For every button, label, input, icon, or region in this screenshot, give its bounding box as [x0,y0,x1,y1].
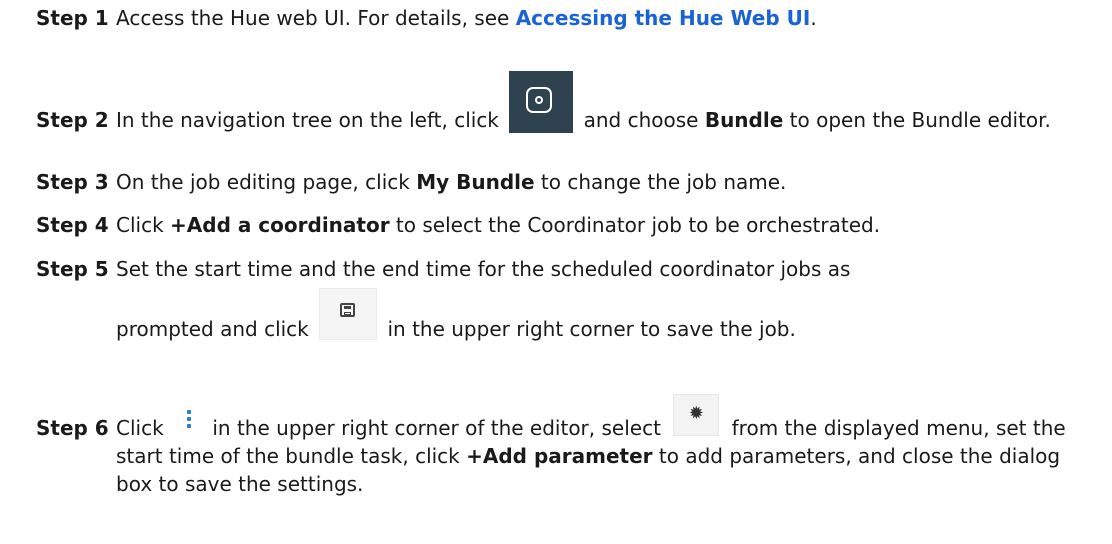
step-5: Step 5 Set the start time and the end ti… [36,254,1092,344]
accessing-hue-web-ui-link[interactable]: Accessing the Hue Web UI [516,6,811,30]
monitor-icon [509,70,574,133]
step-text-part: Set the start time and the end time for … [116,257,851,281]
add-coordinator-label: +Add a coordinator [170,213,390,237]
step-number: Step 1 [36,6,109,30]
step-text-part: in the upper right corner of the editor,… [206,416,668,440]
step-text-part: . [810,6,817,30]
gear-icon: ✹ [673,393,720,436]
step-6: Step 6 Click in the upper right corner o… [36,393,1092,498]
my-bundle-label: My Bundle [416,170,535,194]
step-number: Step 5 [36,257,109,281]
step-text-part: prompted and click [116,317,316,341]
step-4: Step 4 Click +Add a coordinator to selec… [36,211,1092,239]
step-text-part: Click [116,213,171,237]
step-text-part: to select the Coordinator job to be orch… [389,213,881,237]
step-text-part: in the upper right corner to save the jo… [381,317,796,341]
step-text-part: In the navigation tree on the left, clic… [116,108,506,132]
step-text-part: to change the job name. [534,170,787,194]
step-text: Click +Add a coordinator to select the C… [116,211,1092,239]
step-1: Step 1 Access the Hue web UI. For detail… [36,4,1092,32]
step-text-part: Click [116,416,171,440]
step-text-part: and choose [577,108,705,132]
step-2: Step 2 In the navigation tree on the lef… [36,70,1092,134]
step-text: On the job editing page, click My Bundle… [116,168,1092,196]
step-number: Step 6 [36,416,109,440]
bundle-label: Bundle [704,108,784,132]
step-text: Set the start time and the end time for … [116,254,1092,344]
step-number: Step 2 [36,108,109,132]
add-parameter-label: +Add parameter [466,444,653,468]
step-text: In the navigation tree on the left, clic… [116,70,1092,134]
step-3: Step 3 On the job editing page, click My… [36,168,1092,196]
step-number: Step 4 [36,213,109,237]
step-text-part: Access the Hue web UI. For details, see [116,6,516,30]
step-text: Click in the upper right corner of the e… [116,393,1092,498]
step-text-part: On the job editing page, click [116,170,417,194]
save-icon [319,287,378,340]
step-text-part: to open the Bundle editor. [783,108,1051,132]
step-number: Step 3 [36,170,109,194]
more-options-icon [182,409,196,434]
step-text: Access the Hue web UI. For details, see … [116,4,1092,32]
